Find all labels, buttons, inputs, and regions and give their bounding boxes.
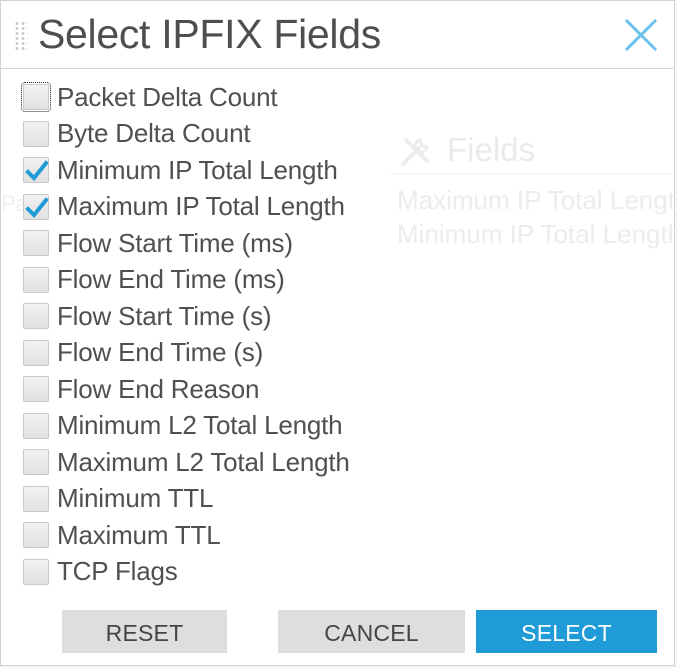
field-label: Flow End Time (ms) [57,264,285,295]
field-label: Maximum TTL [57,519,221,550]
field-checkbox[interactable] [23,485,49,512]
field-label: Flow Start Time (ms) [57,227,293,258]
background-fragment: Pa [1,191,23,213]
field-checkbox[interactable] [23,193,49,220]
dialog-titlebar[interactable]: Select IPFIX Fields [1,1,674,69]
field-label: TCP Flags [57,556,178,587]
field-row[interactable]: Maximum L2 Total Length [23,444,383,481]
field-checkbox[interactable] [23,412,49,439]
field-checkbox[interactable] [23,157,49,184]
field-row[interactable]: Packet Delta Count [21,79,383,116]
field-checkbox[interactable] [23,449,49,476]
field-checklist: Packet Delta Count Byte Delta Count Minimu… [21,79,383,591]
field-row[interactable]: Flow Start Time (ms) [23,225,383,262]
field-checkbox[interactable] [21,82,51,113]
field-checkbox[interactable] [23,266,49,293]
close-icon [623,17,659,53]
field-label: Minimum TTL [57,483,214,514]
field-row[interactable]: Maximum IP Total Length [23,189,383,226]
select-button[interactable]: SELECT [476,610,657,653]
dialog-title: Select IPFIX Fields [38,11,381,57]
field-row[interactable]: Flow End Time (ms) [23,262,383,299]
select-ipfix-fields-dialog: Pa Fields Maximum IP Total Length Minimum… [0,0,677,666]
background-field-item: Maximum IP Total Length [397,185,677,215]
field-checkbox[interactable] [23,230,49,257]
field-label: Maximum L2 Total Length [57,446,350,477]
field-row[interactable]: Flow Start Time (s) [23,298,383,335]
field-row[interactable]: Flow End Time (s) [23,335,383,372]
field-label: Minimum L2 Total Length [57,410,343,441]
field-checkbox[interactable] [23,558,49,585]
checkmark-icon [25,160,49,182]
field-checkbox[interactable] [23,339,49,366]
field-label: Flow End Reason [57,373,260,404]
field-checkbox[interactable] [23,376,49,403]
background-fields-title: Fields [447,131,536,168]
field-label: Maximum IP Total Length [57,191,345,222]
background-fields-header: Fields [391,129,677,174]
field-label: Byte Delta Count [57,118,251,149]
field-row[interactable]: Maximum TTL [23,517,383,554]
tools-icon [398,135,432,174]
field-label: Flow Start Time (s) [57,300,272,331]
field-row[interactable]: TCP Flags [23,554,383,591]
background-fields-panel: Fields Maximum IP Total Length Minimum IP… [391,125,677,275]
field-label: Flow End Time (s) [57,337,264,368]
field-checkbox[interactable] [23,120,49,147]
field-row[interactable]: Byte Delta Count [23,116,383,153]
reset-button[interactable]: RESET [62,610,227,653]
field-row[interactable]: Minimum TTL [23,481,383,518]
background-field-item: Minimum IP Total Length [397,219,677,249]
field-checkbox[interactable] [23,303,49,330]
field-row[interactable]: Flow End Reason [23,371,383,408]
field-checkbox[interactable] [23,522,49,549]
checkmark-icon [25,196,49,218]
cancel-button[interactable]: CANCEL [278,610,465,653]
field-row[interactable]: Minimum IP Total Length [23,152,383,189]
drag-handle-icon[interactable] [14,21,28,51]
field-label: Packet Delta Count [57,81,278,112]
field-label: Minimum IP Total Length [57,154,338,185]
field-row[interactable]: Minimum L2 Total Length [23,408,383,445]
close-button[interactable] [623,17,659,53]
